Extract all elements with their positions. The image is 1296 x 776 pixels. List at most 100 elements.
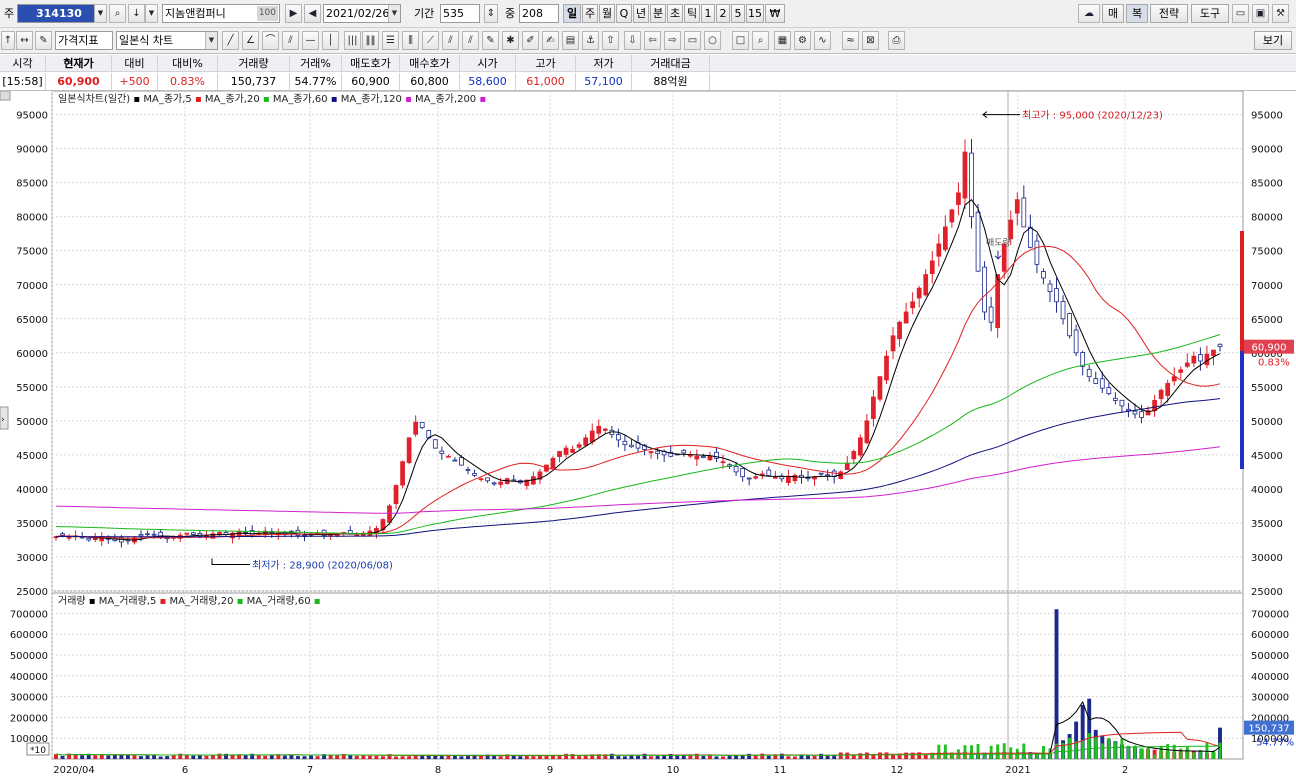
- period-button-4[interactable]: 년: [633, 4, 649, 23]
- trend-tool-icon[interactable]: ⟋: [422, 31, 439, 50]
- period-input[interactable]: 535: [440, 4, 480, 23]
- open-folder-icon[interactable]: ▭: [1232, 4, 1249, 23]
- line-tool-icon[interactable]: ╱: [222, 31, 239, 50]
- quote-value-5: 54.77%: [290, 73, 342, 90]
- zoom-tool-icon[interactable]: ⌕: [752, 31, 769, 50]
- page-icon[interactable]: ▭: [684, 31, 701, 50]
- candle-body: [92, 538, 98, 540]
- wrench-icon[interactable]: ⚒: [1272, 4, 1289, 23]
- price-tick-left: 35000: [16, 519, 48, 530]
- stock-code-input[interactable]: 314130: [17, 4, 95, 23]
- volume-bar: [106, 755, 111, 759]
- period-button-9[interactable]: 2: [716, 4, 730, 23]
- print-icon[interactable]: ⎙: [888, 31, 905, 50]
- save-icon[interactable]: ▣: [1252, 4, 1269, 23]
- chart-type-dropdown[interactable]: 일본식 차트 ▼: [116, 31, 218, 50]
- volume-legend-item-0: MA_거래량,5: [96, 595, 160, 607]
- cross-box-icon[interactable]: ⊠: [862, 31, 879, 50]
- edit-icon[interactable]: ✎: [35, 31, 52, 50]
- compound-button[interactable]: 복: [1126, 4, 1148, 23]
- pencil-tool-icon[interactable]: ✎: [482, 31, 499, 50]
- candle-body: [916, 287, 922, 299]
- last-volume-tag: 150,737: [1248, 724, 1289, 735]
- candle-tool-icon[interactable]: ⫼: [402, 31, 419, 50]
- fan-tool-icon[interactable]: ⫽: [282, 31, 299, 50]
- bars-tool-icon[interactable]: |||: [344, 31, 361, 50]
- chart-type-dropdown-icon[interactable]: ▼: [205, 32, 217, 49]
- candle-body: [857, 437, 863, 456]
- next-arrow-icon[interactable]: ▶: [285, 4, 302, 23]
- x-axis-label-8: 2021: [1005, 765, 1030, 776]
- candle-body: [923, 274, 929, 296]
- channel-tool-icon[interactable]: ⫽: [442, 31, 459, 50]
- parallel-tool-icon[interactable]: ⫽: [462, 31, 479, 50]
- period-button-12[interactable]: ₩: [765, 4, 785, 23]
- tools-button[interactable]: 도구: [1191, 4, 1229, 23]
- code-dropdown-arrow-icon[interactable]: ▼: [94, 4, 107, 23]
- settings-icon[interactable]: ⚙: [794, 31, 811, 50]
- volume-bar: [721, 756, 725, 759]
- calc-icon[interactable]: ▦: [774, 31, 791, 50]
- price-tick-left: 55000: [16, 383, 48, 394]
- volume-bar: [54, 754, 58, 759]
- note-tool-icon[interactable]: ✍: [542, 31, 559, 50]
- period-button-11[interactable]: 15: [746, 4, 764, 23]
- volume-bar: [99, 754, 104, 759]
- stock-name-field[interactable]: 지놈앤컴퍼니 100: [162, 4, 280, 23]
- volume-tick-right: 700000: [1251, 609, 1289, 620]
- period-button-0[interactable]: 일: [563, 4, 581, 23]
- table-tool-icon[interactable]: ☰: [382, 31, 399, 50]
- left-right-arrow-icon[interactable]: ↔: [16, 31, 33, 50]
- down-icon[interactable]: ⇩: [624, 31, 641, 50]
- indicator-dropdown[interactable]: 가격지표: [55, 31, 113, 50]
- view-button[interactable]: 보기: [1254, 31, 1292, 50]
- square-edit-icon[interactable]: ▤: [562, 31, 579, 50]
- wave-icon[interactable]: ∿: [814, 31, 831, 50]
- brush-tool-icon[interactable]: ✐: [522, 31, 539, 50]
- volume-bar: [361, 755, 366, 759]
- search-icon[interactable]: ⌕: [109, 4, 126, 23]
- up-arrow-icon[interactable]: ↑: [1, 31, 15, 50]
- price-volume-chart[interactable]: 25000 25000 30000 30000 35000 35000 40000 40000…: [0, 91, 1296, 776]
- candle-body: [825, 474, 831, 477]
- strategy-button[interactable]: 전략: [1150, 4, 1188, 23]
- zoom-input[interactable]: 208: [519, 4, 559, 23]
- arc-tool-icon[interactable]: ⌒: [262, 31, 279, 50]
- candle-body: [439, 450, 445, 454]
- quote-header-6: 매도호가: [342, 55, 400, 72]
- candle-body: [1119, 399, 1125, 407]
- period-button-8[interactable]: 1: [701, 4, 715, 23]
- anchor-icon[interactable]: ⚓: [582, 31, 599, 50]
- candle-body: [701, 455, 706, 459]
- overlay-button[interactable]: 매: [1102, 4, 1124, 23]
- date-dropdown-icon[interactable]: ▼: [388, 5, 400, 22]
- angle-tool-icon[interactable]: ∠: [242, 31, 259, 50]
- legend-swatch: ▪: [405, 94, 412, 105]
- spin-icon[interactable]: ⇕: [484, 4, 498, 23]
- prev-arrow-icon[interactable]: ◀: [304, 4, 321, 23]
- period-button-5[interactable]: 분: [650, 4, 666, 23]
- volume-bar: [394, 756, 399, 759]
- date-input[interactable]: 2021/02/26 ▼: [323, 4, 401, 23]
- period-button-3[interactable]: Q: [616, 4, 632, 23]
- hline-tool-icon[interactable]: —: [302, 31, 319, 50]
- vline-tool-icon[interactable]: │: [322, 31, 339, 50]
- forward-icon[interactable]: ⇨: [664, 31, 681, 50]
- period-button-6[interactable]: 초: [667, 4, 683, 23]
- period-button-7[interactable]: 틱: [684, 4, 700, 23]
- sort-icon[interactable]: ↓: [128, 4, 145, 23]
- rect-tool-icon[interactable]: □: [732, 31, 749, 50]
- period-button-10[interactable]: 5: [731, 4, 745, 23]
- up-icon[interactable]: ⇧: [602, 31, 619, 50]
- period-button-2[interactable]: 월: [599, 4, 615, 23]
- fib-tool-icon[interactable]: ✱: [502, 31, 519, 50]
- sort-dropdown-icon[interactable]: ▼: [145, 4, 158, 23]
- period-button-1[interactable]: 주: [582, 4, 598, 23]
- back-icon[interactable]: ⇦: [644, 31, 661, 50]
- volume-bar: [714, 756, 719, 759]
- cloud-icon[interactable]: ☁: [1078, 4, 1100, 23]
- grid-tool-icon[interactable]: ‖‖: [362, 31, 379, 50]
- circle-tool-icon[interactable]: ○: [704, 31, 721, 50]
- wave2-icon[interactable]: ≈: [842, 31, 859, 50]
- candle-body: [720, 461, 726, 464]
